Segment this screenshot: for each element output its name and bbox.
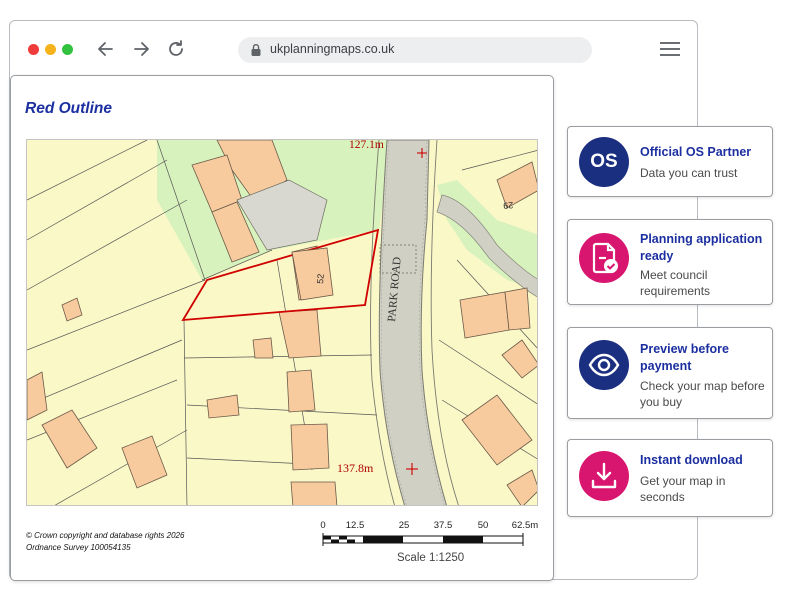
scale-tick-2: 25 (399, 520, 410, 531)
os-logo-badge: OS (579, 137, 629, 187)
plot-house-number: 52 (315, 273, 326, 284)
feature-title-os-partner: Official OS Partner (640, 145, 752, 159)
maximize-window-dot[interactable] (62, 44, 73, 55)
copyright-line-2: Ordnance Survey 100054135 (26, 543, 131, 552)
forward-arrow-icon[interactable] (130, 38, 152, 60)
copyright-line-1: © Crown copyright and database rights 20… (26, 531, 185, 540)
scale-tick-3: 37.5 (434, 520, 453, 531)
hamburger-menu-icon[interactable] (659, 41, 681, 57)
address-bar[interactable]: ukplanningmaps.co.uk (238, 37, 592, 63)
minimize-window-dot[interactable] (45, 44, 56, 55)
feature-desc-os-partner: Data you can trust (640, 166, 738, 180)
map-title: Red Outline (25, 100, 112, 117)
spot-height-bottom: 137.8m (337, 461, 374, 475)
close-window-dot[interactable] (28, 44, 39, 55)
east-house-number: 29 (503, 200, 514, 211)
scale-tick-4: 50 (478, 520, 489, 531)
reload-icon[interactable] (165, 38, 187, 60)
feature-card-preview: Preview before payment Check your map be… (567, 327, 773, 419)
scale-tick-1: 12.5 (346, 520, 365, 531)
feature-title-preview: Preview before payment (640, 342, 729, 373)
scale-label: Scale 1:1250 (397, 552, 465, 564)
scale-tick-5: 62.5m (512, 520, 538, 531)
feature-desc-preview: Check your map before you buy (640, 379, 765, 409)
feature-desc-download: Get your map in seconds (640, 474, 726, 504)
back-arrow-icon[interactable] (95, 38, 117, 60)
copyright-notice: © Crown copyright and database rights 20… (26, 530, 184, 554)
feature-card-os-partner: OS Official OS Partner Data you can trus… (567, 126, 773, 197)
feature-title-download: Instant download (640, 453, 743, 467)
map-document: Red Outline 127.1m 137.8m PARK ROAD 52 2… (10, 75, 554, 581)
scale-tick-0: 0 (320, 520, 325, 531)
address-url: ukplanningmaps.co.uk (270, 42, 395, 56)
os-map: 127.1m 137.8m PARK ROAD 52 29 (26, 139, 538, 506)
os-badge-text: OS (590, 151, 618, 172)
feature-card-download: Instant download Get your map in seconds (567, 439, 773, 517)
lock-icon (251, 44, 261, 56)
feature-card-planning-ready: Planning application ready Meet council … (567, 219, 773, 305)
download-icon (579, 451, 629, 501)
feature-title-planning-ready: Planning application ready (640, 232, 763, 263)
document-check-icon (579, 233, 629, 283)
feature-desc-planning-ready: Meet council requirements (640, 268, 711, 298)
eye-icon (579, 340, 629, 390)
spot-height-top: 127.1m (349, 140, 384, 151)
browser-toolbar: ukplanningmaps.co.uk (10, 21, 697, 77)
